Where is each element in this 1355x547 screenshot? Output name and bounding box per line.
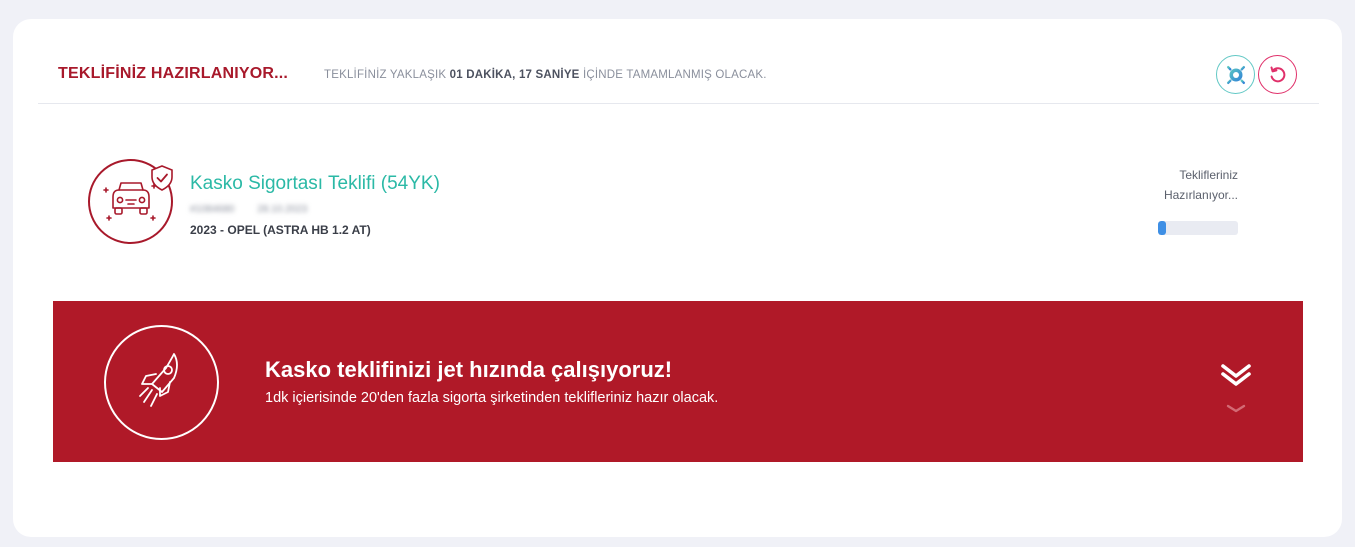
refresh-button[interactable] [1258,55,1297,94]
eta-text: TEKLİFİNİZ YAKLAŞIK 01 DAKİKA, 17 SANİYE… [324,69,767,81]
offer-card: TEKLİFİNİZ HAZIRLANIYOR... TEKLİFİNİZ YA… [13,19,1342,537]
eta-time: 01 DAKİKA, 17 SANİYE [449,69,580,81]
shield-check-icon [151,165,173,191]
rocket-icon [138,352,178,407]
offer-ref: #1084680 [190,204,235,215]
refresh-icon [1270,66,1285,82]
rocket-badge [104,325,219,440]
page-title: TEKLİFİNİZ HAZIRLANIYOR... [58,65,289,82]
banner-title: Kasko teklifinizi jet hızında çalışıyoru… [265,357,673,382]
offer-title: Kasko Sigortası Teklifi (54YK) [190,173,440,194]
status-line-1: Teklifleriniz [1179,168,1238,182]
info-banner: Kasko teklifinizi jet hızında çalışıyoru… [53,301,1303,462]
chevron-down-icon[interactable] [1217,359,1255,421]
eta-prefix: TEKLİFİNİZ YAKLAŞIK [324,69,447,81]
banner-description: 1dk içierisinde 20'den fazla sigorta şir… [265,390,719,406]
card-header: TEKLİFİNİZ HAZIRLANIYOR... TEKLİFİNİZ YA… [38,19,1319,104]
gear-spinner-icon [1223,62,1248,87]
status-line-2: Hazırlanıyor... [1163,188,1238,202]
progress-bar [1158,221,1238,235]
offer-date: 28.10.2023 [257,204,308,215]
vehicle-info: 2023 - OPEL (ASTRA HB 1.2 AT) [190,223,371,237]
eta-suffix: İÇİNDE TAMAMLANMIŞ OLACAK. [582,69,767,81]
offer-meta-blurred: #1084680 28.10.2023 [190,204,307,215]
offer-status: Teklifleriniz Hazırlanıyor... [1113,165,1238,205]
progress-fill [1158,221,1166,235]
loader-button[interactable] [1216,55,1255,94]
